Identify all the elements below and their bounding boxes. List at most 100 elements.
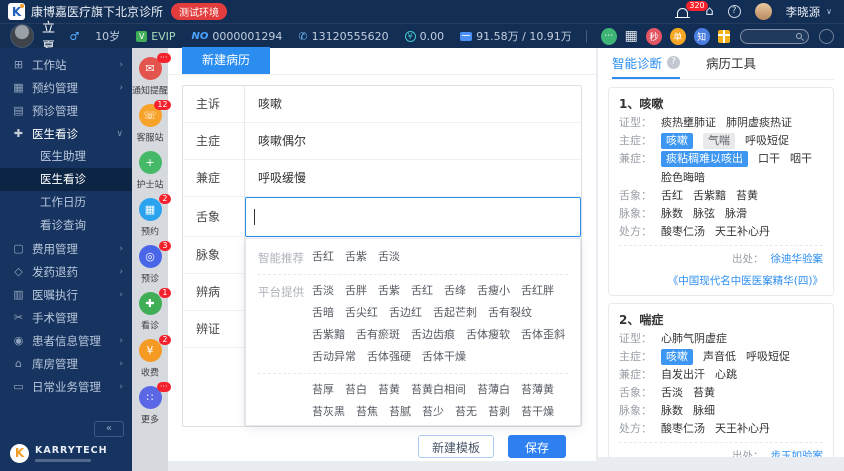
- symptom-chip[interactable]: 天王补心丹: [715, 224, 770, 240]
- symptom-chip[interactable]: 天王补心丹: [715, 421, 770, 437]
- apps-grid-icon[interactable]: ▦: [625, 28, 638, 45]
- symptom-chip[interactable]: 呼吸短促: [745, 133, 789, 149]
- field-accompanying-symptom[interactable]: 呼吸缓慢: [245, 160, 581, 197]
- rail-item-2[interactable]: + 护士站: [135, 151, 165, 191]
- suggest-tag[interactable]: 苔剥: [488, 404, 510, 420]
- rail-item-4[interactable]: ◎ 3 预诊: [138, 241, 171, 285]
- suggest-tag[interactable]: 舌红胖: [521, 283, 554, 299]
- field-main-symptom[interactable]: 咳嗽偶尔: [245, 123, 581, 160]
- suggest-tag[interactable]: 舌有瘀斑: [356, 327, 400, 343]
- suggest-tag[interactable]: 舌动异常: [312, 349, 356, 365]
- suggest-tag[interactable]: 苔黄白相间: [411, 382, 466, 398]
- user-name[interactable]: 李晓源: [786, 4, 821, 20]
- symptom-chip[interactable]: 咳嗽: [661, 133, 693, 149]
- suggest-tag[interactable]: 舌绛: [444, 283, 466, 299]
- symptom-chip[interactable]: 痰粘稠难以咳出: [661, 151, 748, 167]
- patient-avatar[interactable]: [10, 24, 34, 48]
- symptom-chip[interactable]: 脉滑: [725, 206, 747, 222]
- symptom-chip[interactable]: 咽干: [790, 151, 812, 167]
- suggest-tag[interactable]: 舌胖: [345, 283, 367, 299]
- symptom-chip[interactable]: 声音低: [703, 349, 736, 365]
- suggest-tag[interactable]: 舌瘦小: [477, 283, 510, 299]
- suggest-tag[interactable]: 舌边齿痕: [411, 327, 455, 343]
- suggest-tag[interactable]: 苔无: [455, 404, 477, 420]
- notifications-bell-icon[interactable]: 320: [677, 1, 708, 18]
- suggest-tag[interactable]: 舌红: [411, 283, 433, 299]
- sidebar-item-0[interactable]: ⊞ 工作站 ›: [0, 53, 132, 76]
- tab-record-tools[interactable]: 病历工具: [706, 48, 756, 79]
- tab-smart-diagnosis[interactable]: 智能诊断 ?: [612, 48, 681, 79]
- circle-icon[interactable]: [819, 28, 834, 44]
- suggest-tag[interactable]: 舌紫: [345, 249, 367, 266]
- sidebar-subitem[interactable]: 看诊查询: [0, 214, 132, 237]
- symptom-chip[interactable]: 苔黄: [693, 385, 715, 401]
- sidebar-item-4[interactable]: ▢ 费用管理 ›: [0, 237, 132, 260]
- sidebar-subitem[interactable]: 工作日历: [0, 191, 132, 214]
- symptom-chip[interactable]: 苔黄: [736, 188, 758, 204]
- sidebar-item-8[interactable]: ◉ 患者信息管理 ›: [0, 329, 132, 352]
- symptom-chip[interactable]: 舌紫黯: [693, 188, 726, 204]
- sidebar-item-5[interactable]: ◇ 发药退药 ›: [0, 260, 132, 283]
- suggest-tag[interactable]: 舌尖红: [345, 305, 378, 321]
- suggest-tag[interactable]: 舌紫: [378, 283, 400, 299]
- user-avatar[interactable]: [754, 3, 772, 20]
- field-chief-complaint[interactable]: 咳嗽: [245, 86, 581, 123]
- save-button[interactable]: 保存: [507, 435, 566, 458]
- source-link[interactable]: 步玉如验案: [771, 448, 824, 457]
- sidebar-collapse-button[interactable]: «: [93, 421, 124, 437]
- symptom-chip[interactable]: 脉细: [693, 403, 715, 419]
- app-icon-blue[interactable]: 知: [693, 27, 710, 45]
- app-icon-orange[interactable]: 单: [669, 27, 686, 45]
- sidebar-item-1[interactable]: ▦ 预约管理 ›: [0, 76, 132, 99]
- symptom-chip[interactable]: 痰热壅肺证: [661, 115, 716, 131]
- symptom-chip[interactable]: 自发出汗: [661, 367, 705, 383]
- suggest-tag[interactable]: 舌边红: [389, 305, 422, 321]
- symptom-chip[interactable]: 酸枣仁汤: [661, 224, 705, 240]
- sidebar-subitem[interactable]: 医生助理: [0, 145, 132, 168]
- app-icon-red[interactable]: 秒: [645, 27, 662, 45]
- suggest-tag[interactable]: 舌起芒刺: [433, 305, 477, 321]
- symptom-chip[interactable]: 气喘: [703, 133, 735, 149]
- info-icon[interactable]: ?: [667, 56, 681, 69]
- suggest-tag[interactable]: 舌体瘦软: [466, 327, 510, 343]
- sidebar-item-3[interactable]: ✚ 医生看诊 ∨: [0, 122, 132, 145]
- suggest-tag[interactable]: 苔腻: [389, 404, 411, 420]
- search-input[interactable]: [739, 28, 809, 44]
- rail-item-7[interactable]: ∷ ··· 更多: [138, 382, 171, 426]
- symptom-chip[interactable]: 口干: [758, 151, 780, 167]
- suggest-tag[interactable]: 苔厚: [312, 382, 334, 398]
- symptom-chip[interactable]: 舌红: [661, 188, 683, 204]
- field-tongue[interactable]: [245, 197, 581, 237]
- symptom-chip[interactable]: 脉数: [661, 206, 683, 222]
- rail-item-6[interactable]: ¥2 收费: [138, 335, 171, 379]
- service-chat-icon[interactable]: ⋯: [600, 27, 617, 45]
- symptom-chip[interactable]: 脉弦: [693, 206, 715, 222]
- sidebar-subitem[interactable]: 医生看诊: [0, 168, 132, 191]
- symptom-chip[interactable]: 肺阴虚痰热证: [726, 115, 792, 131]
- symptom-chip[interactable]: 呼吸短促: [746, 349, 790, 365]
- symptom-chip[interactable]: 脉数: [661, 403, 683, 419]
- suggest-tag[interactable]: 苔白: [345, 382, 367, 398]
- rail-item-5[interactable]: ✚ 1 看诊: [138, 288, 171, 332]
- suggest-tag[interactable]: 苔少: [422, 404, 444, 420]
- rail-item-3[interactable]: ▦ 2 预约: [138, 194, 171, 238]
- suggest-tag[interactable]: 舌体歪斜: [521, 327, 565, 343]
- source-link[interactable]: 《中国现代名中医医案精华(四)》: [668, 273, 823, 288]
- tab-new-medical-record[interactable]: 新建病历: [182, 47, 271, 74]
- suggest-tag[interactable]: 苔薄白: [477, 382, 510, 398]
- sidebar-item-2[interactable]: ▤ 预诊管理: [0, 99, 132, 122]
- symptom-chip[interactable]: 脸色晦暗: [661, 170, 705, 186]
- suggest-tag[interactable]: 舌体强硬: [367, 349, 411, 365]
- suggest-tag[interactable]: 舌体干燥: [422, 349, 466, 365]
- sidebar-item-10[interactable]: ▭ 日常业务管理 ›: [0, 375, 132, 398]
- sidebar-item-6[interactable]: ▥ 医嘱执行 ›: [0, 283, 132, 306]
- suggest-tag[interactable]: 苔干燥: [521, 404, 554, 420]
- suggest-tag[interactable]: 舌紫黯: [312, 327, 345, 343]
- suggest-tag[interactable]: 舌红: [312, 249, 334, 266]
- suggest-tag[interactable]: 舌淡: [378, 249, 400, 266]
- symptom-chip[interactable]: 咳嗽: [661, 349, 693, 365]
- suggest-tag[interactable]: 舌有裂纹: [488, 305, 532, 321]
- suggest-tag[interactable]: 舌暗: [312, 305, 334, 321]
- symptom-chip[interactable]: 心跳: [715, 367, 737, 383]
- help-icon[interactable]: ?: [727, 5, 741, 18]
